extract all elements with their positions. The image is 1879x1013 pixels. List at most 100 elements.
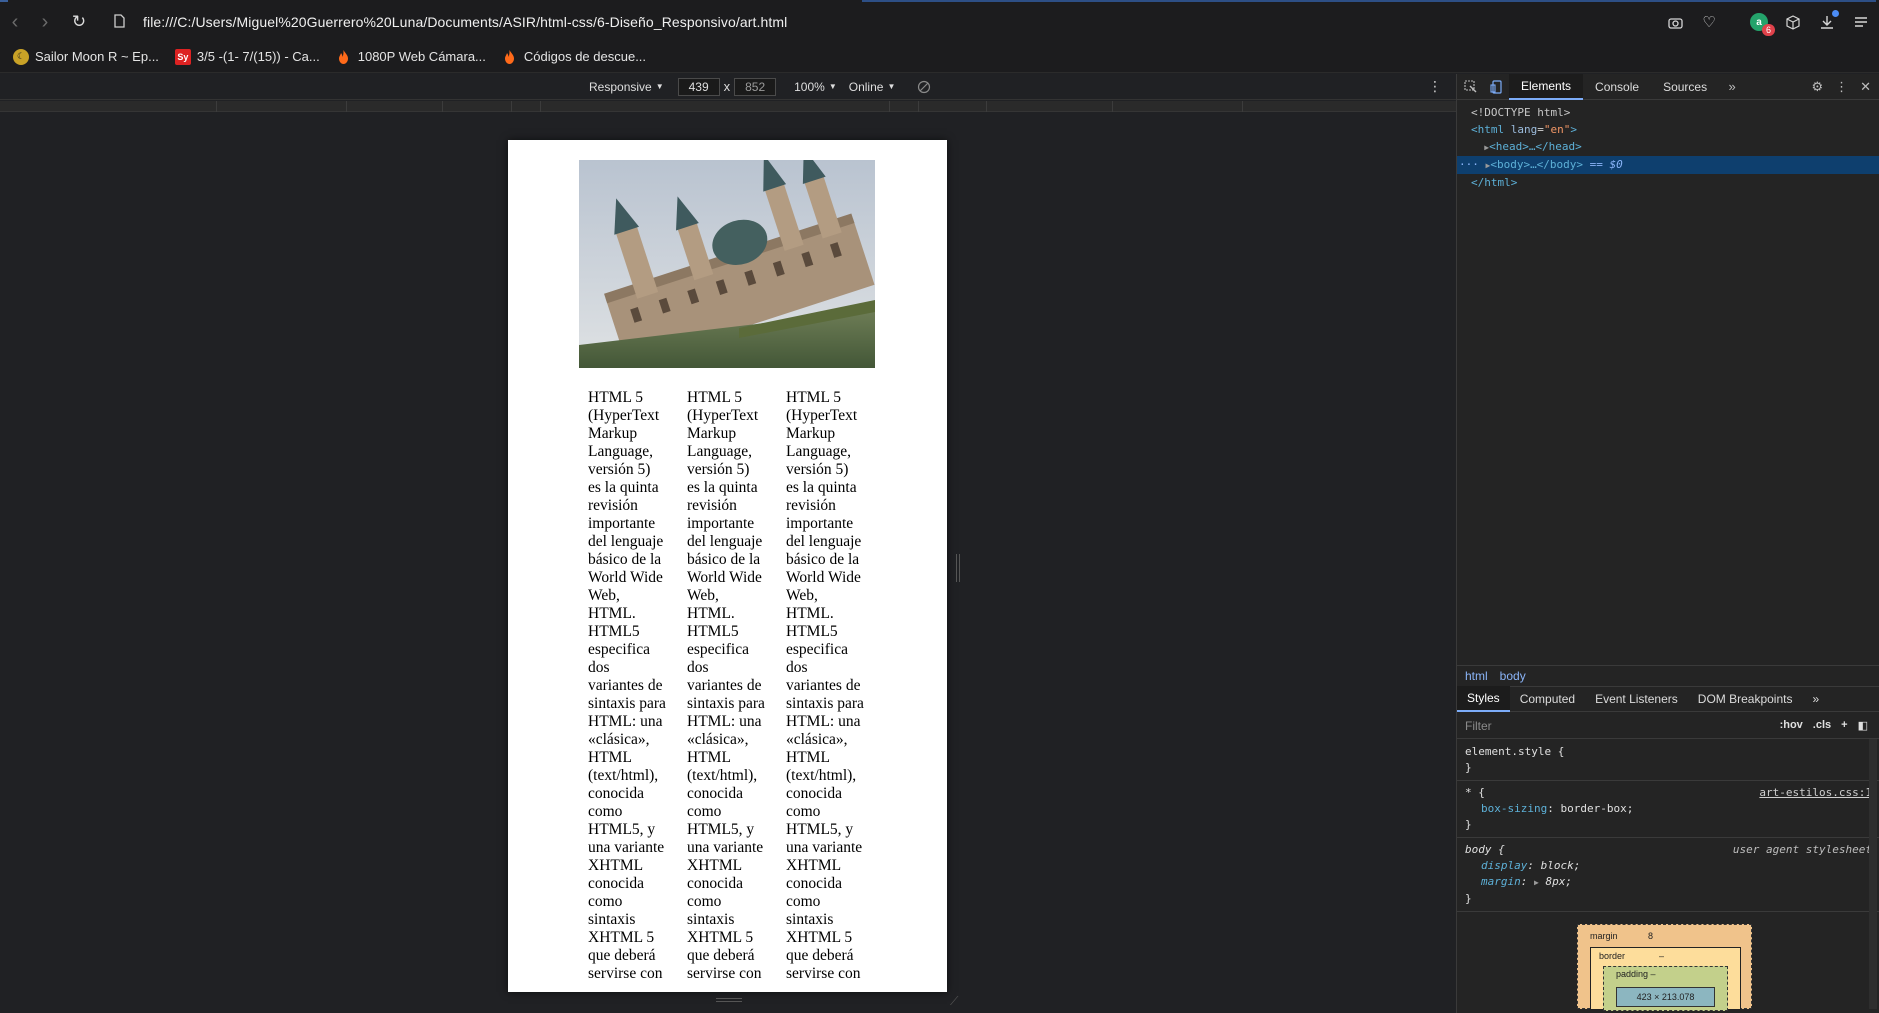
dom-body-node[interactable]: ··· ▶<body>…</body> == $0 <box>1457 156 1879 174</box>
fire-icon <box>336 49 352 65</box>
inspect-element-icon[interactable] <box>1457 80 1483 93</box>
box-model-border: border – padding – 423 × 213.078 <box>1590 947 1741 1011</box>
resize-corner-handle[interactable]: ⟋ <box>950 994 958 1009</box>
moon-icon: ☾ <box>13 48 29 65</box>
file-icon <box>114 13 125 31</box>
hov-toggle[interactable]: :hov <box>1780 719 1803 732</box>
bookmarks-bar: ☾ Sailor Moon R ~ Ep... Sy 3/5 -(1- 7/(1… <box>0 41 1879 73</box>
download-icon[interactable] <box>1817 10 1839 32</box>
bookmark-label: Sailor Moon R ~ Ep... <box>35 49 159 64</box>
article-columns: HTML 5 (HyperText Markup Language, versi… <box>588 389 888 983</box>
fire-icon <box>502 49 518 65</box>
style-rules: element.style { } * { art-estilos.css:1 … <box>1457 740 1879 912</box>
extension-button[interactable]: a 6 <box>1749 12 1775 36</box>
network-throttle-select[interactable]: Online ▼ <box>849 80 896 94</box>
extension-badge: 6 <box>1761 24 1775 36</box>
rule-body[interactable]: body { user agent stylesheet display: bl… <box>1457 838 1879 912</box>
dom-html-open[interactable]: <html lang="en"> <box>1457 121 1879 138</box>
tab-dom-breakpoints[interactable]: DOM Breakpoints <box>1688 686 1803 712</box>
devtools-actions: ⚙ ⋮ ✕ <box>1811 79 1879 95</box>
resize-handle-bottom[interactable] <box>716 998 742 1002</box>
tab-console[interactable]: Console <box>1583 74 1651 100</box>
box-model-content: 423 × 213.078 <box>1616 987 1715 1007</box>
device-toolbar-more-icon[interactable]: ⋮ <box>1428 78 1442 95</box>
devtools-tab-bar: Elements Console Sources » ⚙ ⋮ ✕ <box>1457 73 1879 100</box>
device-mode-label: Responsive <box>589 79 652 94</box>
emulated-page: HTML 5 (HyperText Markup Language, versi… <box>508 140 947 992</box>
dom-head-node[interactable]: ▶<head>…</head> <box>1457 138 1879 156</box>
user-agent-source: user agent stylesheet <box>1732 843 1872 856</box>
forward-arrow-icon: › <box>41 10 49 33</box>
article-column: HTML 5 (HyperText Markup Language, versi… <box>687 389 765 982</box>
camera-icon[interactable] <box>1665 12 1685 32</box>
dom-doctype[interactable]: <!DOCTYPE html> <box>1457 104 1879 121</box>
device-toolbar-toggle-icon[interactable] <box>1483 79 1509 94</box>
resize-handle-right[interactable] <box>956 554 960 582</box>
settings-gear-icon[interactable]: ⚙ <box>1811 79 1823 95</box>
address-bar[interactable]: file:///C:/Users/Miguel%20Guerrero%20Lun… <box>143 14 787 30</box>
tab-styles[interactable]: Styles <box>1457 686 1510 712</box>
breadcrumb-body[interactable]: body <box>1500 669 1526 683</box>
new-rule-button[interactable]: + <box>1841 719 1847 732</box>
rule-element-style[interactable]: element.style { } <box>1457 740 1879 781</box>
cube-icon[interactable] <box>1783 12 1803 32</box>
styles-scrollbar[interactable] <box>1869 739 1877 1009</box>
devtools-more-icon[interactable]: ⋮ <box>1835 79 1848 95</box>
bookmark-item[interactable]: 1080P Web Cámara... <box>336 49 486 65</box>
toolbar-right-icons: ♡ a 6 <box>1665 3 1871 41</box>
device-toolbar: Responsive ▼ 439 x 852 100% ▼ Online ▼ ⋮ <box>0 74 1456 100</box>
breadcrumb-html[interactable]: html <box>1465 669 1488 683</box>
rule-universal[interactable]: * { art-estilos.css:1 box-sizing: border… <box>1457 781 1879 838</box>
close-devtools-icon[interactable]: ✕ <box>1860 79 1871 95</box>
width-input[interactable]: 439 <box>677 77 720 96</box>
dom-html-close[interactable]: </html> <box>1457 174 1879 191</box>
caret-down-icon: ▼ <box>655 82 664 91</box>
stylesheet-link[interactable]: art-estilos.css:1 <box>1759 785 1872 801</box>
caret-down-icon: ▼ <box>828 82 837 91</box>
toggle-sidebar-icon[interactable]: ◧ <box>1858 719 1868 732</box>
more-style-tabs-icon[interactable]: » <box>1802 686 1829 712</box>
device-emulation-viewport: Responsive ▼ 439 x 852 100% ▼ Online ▼ ⋮ <box>0 74 1456 1013</box>
media-query-ruler <box>0 101 1456 112</box>
tab-event-listeners[interactable]: Event Listeners <box>1585 686 1688 712</box>
back-arrow-icon: ‹ <box>11 10 19 33</box>
devtools-panel: Elements Console Sources » ⚙ ⋮ ✕ <!DOCTY… <box>1456 73 1879 1013</box>
bookmark-item[interactable]: Sy 3/5 -(1- 7/(15)) - Ca... <box>174 48 320 65</box>
device-mode-select[interactable]: Responsive ▼ <box>589 80 664 94</box>
styles-filter-input[interactable]: Filter <box>1465 719 1492 733</box>
zoom-select[interactable]: 100% ▼ <box>794 80 837 94</box>
bookmark-item[interactable]: ☾ Sailor Moon R ~ Ep... <box>13 48 159 65</box>
article-column: HTML 5 (HyperText Markup Language, versi… <box>786 389 864 982</box>
tab-computed[interactable]: Computed <box>1510 686 1585 712</box>
basilica-photo <box>579 160 875 368</box>
tab-sources[interactable]: Sources <box>1651 74 1719 100</box>
dom-tree: <!DOCTYPE html> <html lang="en"> ▶<head>… <box>1457 100 1879 191</box>
box-model-padding: padding – 423 × 213.078 <box>1603 966 1728 1011</box>
caret-down-icon: ▼ <box>887 82 896 91</box>
height-input[interactable]: 852 <box>734 77 777 96</box>
cls-toggle[interactable]: .cls <box>1813 719 1831 732</box>
rotate-button[interactable] <box>917 80 931 94</box>
breadcrumb: html body <box>1457 665 1879 685</box>
styles-filter-row: Filter :hov .cls + ◧ <box>1457 713 1879 739</box>
forward-button[interactable]: › <box>30 7 60 37</box>
network-label: Online <box>848 79 884 94</box>
bookmark-label: 1080P Web Cámara... <box>357 49 486 64</box>
reload-icon: ↻ <box>71 12 87 31</box>
article-column: HTML 5 (HyperText Markup Language, versi… <box>588 389 666 982</box>
back-button[interactable]: ‹ <box>0 7 30 37</box>
tab-elements[interactable]: Elements <box>1509 73 1584 100</box>
dimension-separator: x <box>723 79 731 94</box>
symbolab-icon: Sy <box>174 48 191 65</box>
bookmark-item[interactable]: Códigos de descue... <box>502 49 646 65</box>
heart-icon[interactable]: ♡ <box>1699 12 1719 32</box>
rotate-disabled-icon <box>918 80 931 93</box>
download-notification-dot <box>1832 10 1839 17</box>
styles-tab-bar: Styles Computed Event Listeners DOM Brea… <box>1457 686 1879 712</box>
reload-button[interactable]: ↻ <box>64 7 94 37</box>
box-model-diagram: margin 8 border – padding – 423 × 213.07… <box>1577 924 1752 1011</box>
more-tabs-chevron-icon[interactable]: » <box>1719 79 1745 94</box>
bookmark-label: 3/5 -(1- 7/(15)) - Ca... <box>196 49 320 64</box>
browser-toolbar: ‹ › ↻ file:///C:/Users/Miguel%20Guerrero… <box>0 3 1879 41</box>
menu-icon[interactable] <box>1851 12 1871 32</box>
